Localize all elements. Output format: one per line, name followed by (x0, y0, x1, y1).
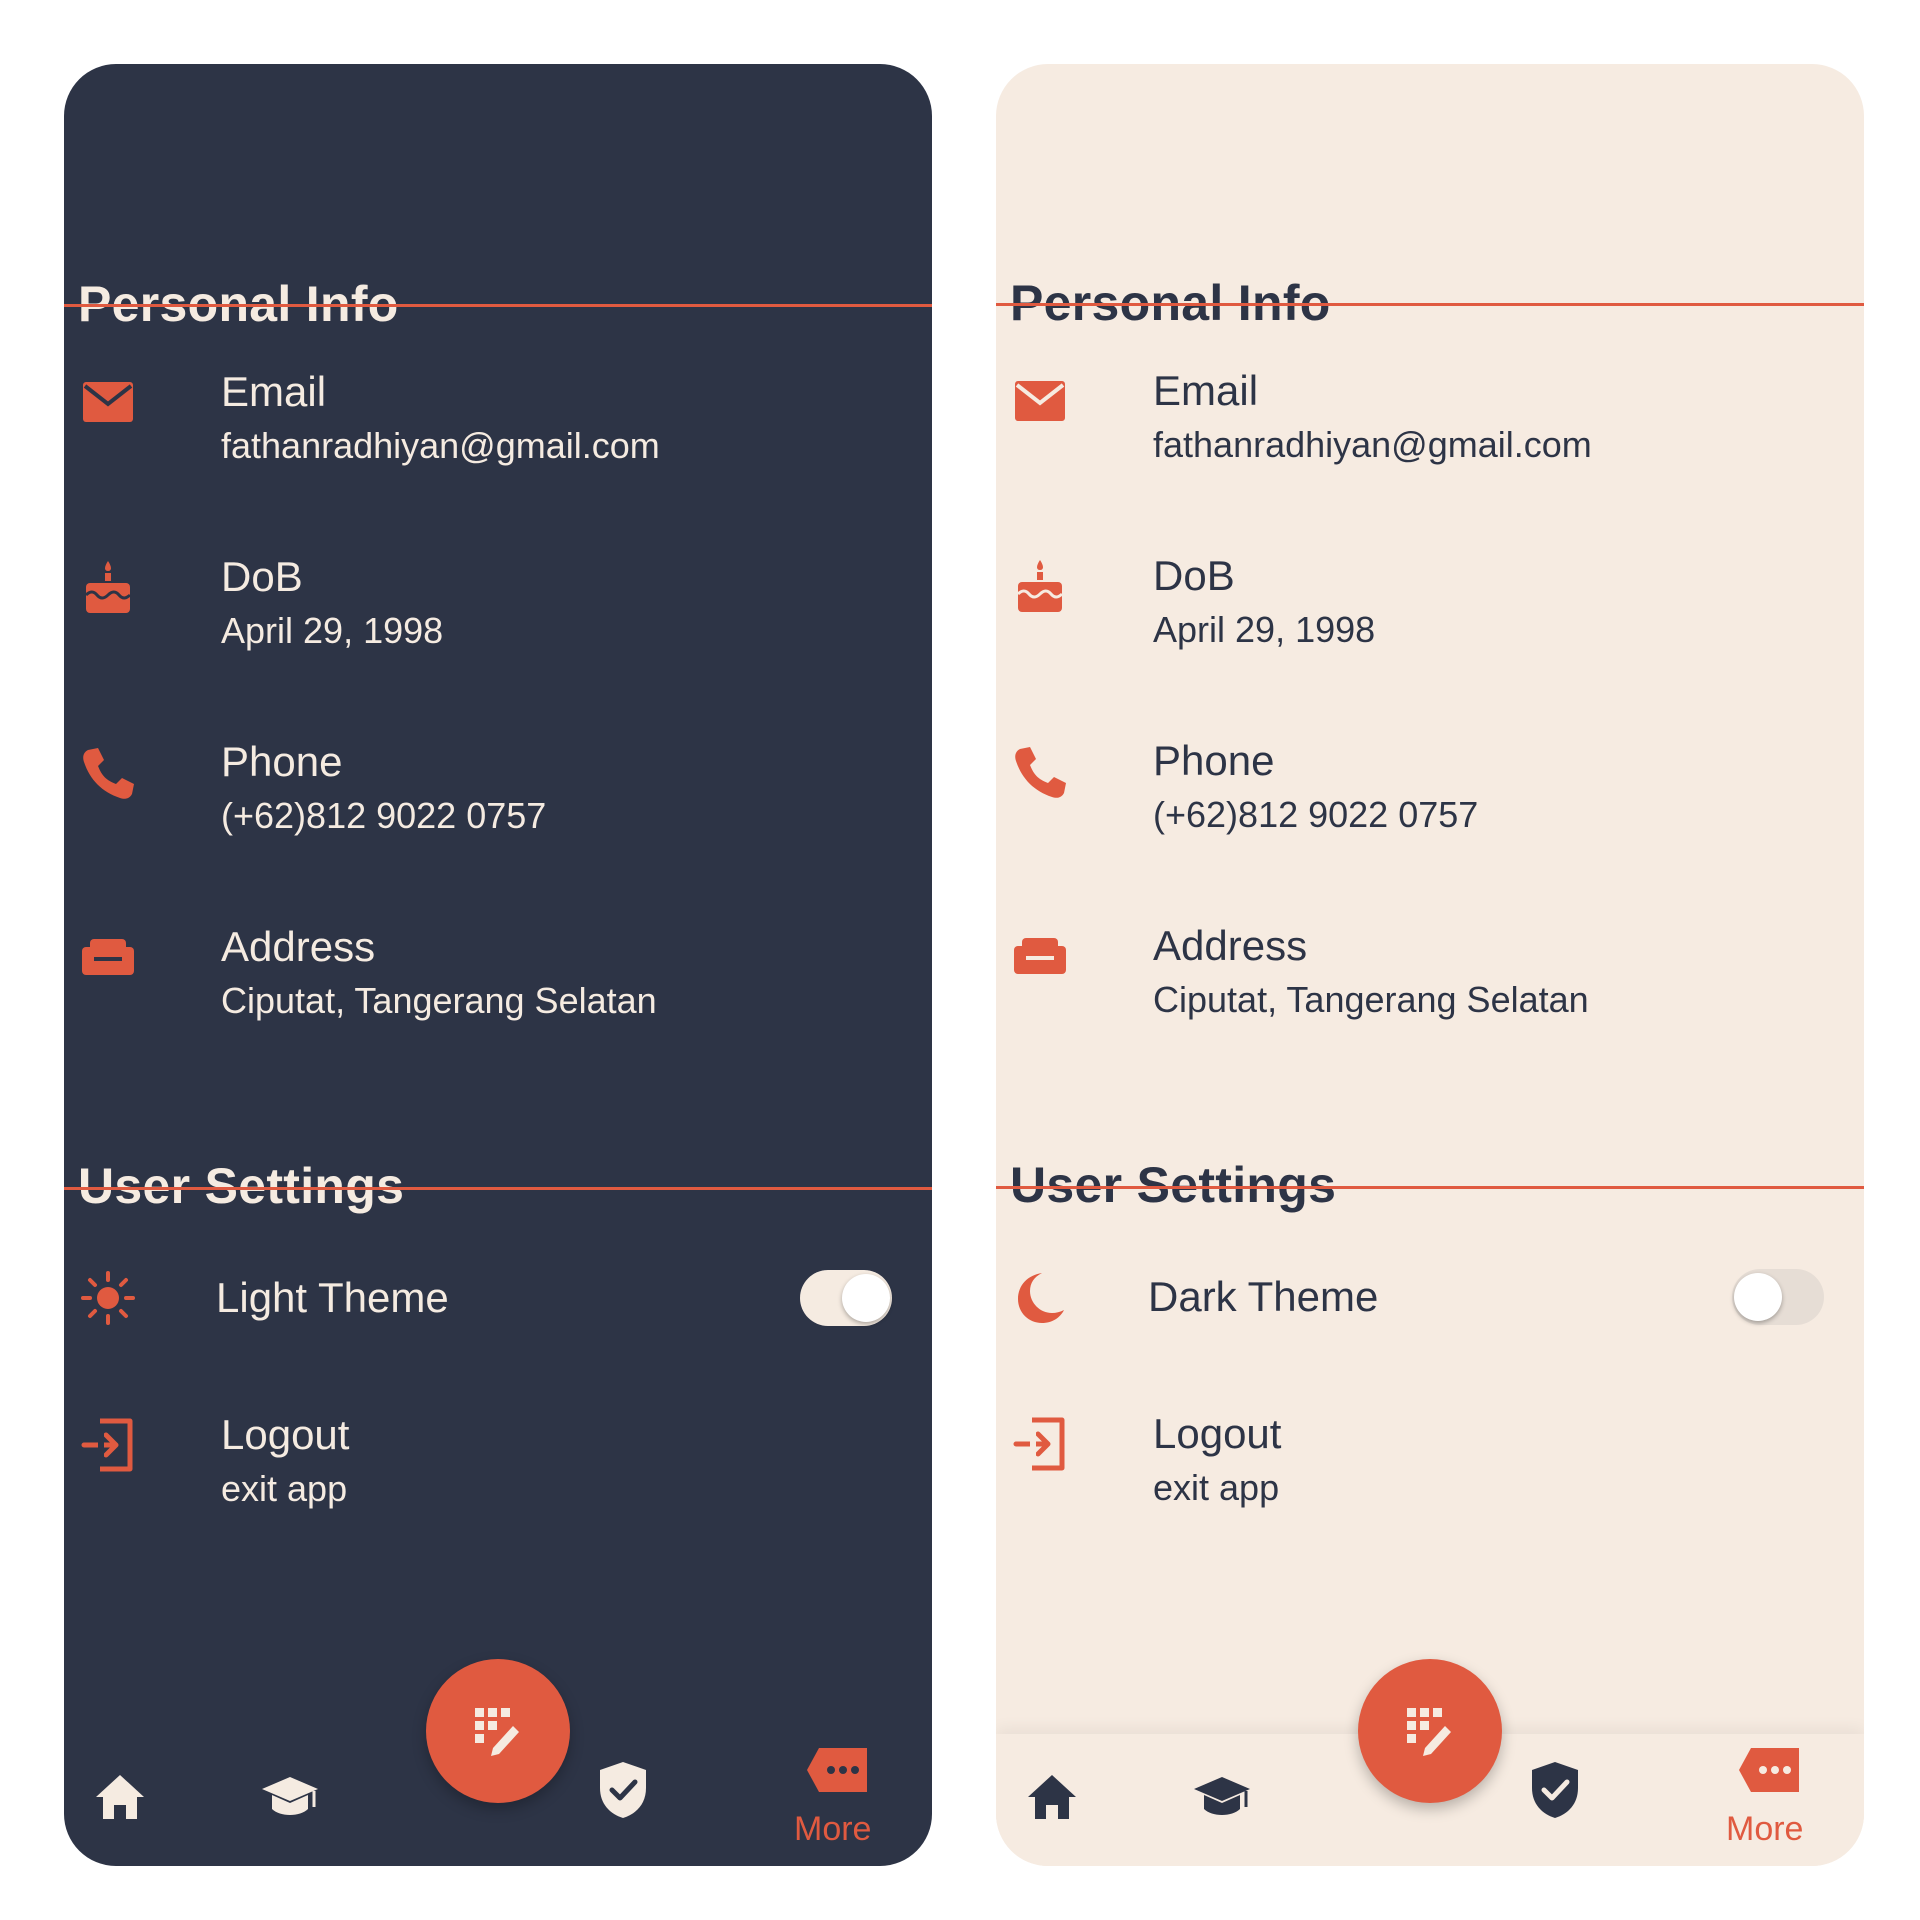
switch-knob (1734, 1273, 1782, 1321)
dob-label: DoB (221, 553, 303, 600)
theme-label: Dark Theme (1148, 1273, 1379, 1320)
phone-row: Phone (+62)812 9022 0757 (64, 738, 932, 864)
email-label: Email (1153, 367, 1259, 414)
user-settings-title: User Settings (78, 1158, 405, 1214)
email-value: fathanradhiyan@gmail.com (221, 425, 660, 466)
sun-icon (80, 1270, 136, 1326)
address-value: Ciputat, Tangerang Selatan (221, 980, 657, 1021)
section-divider (64, 1187, 932, 1190)
dob-value: April 29, 1998 (1153, 609, 1376, 650)
dob-label: DoB (1153, 552, 1235, 599)
phone-row: Phone (+62)812 9022 0757 (996, 737, 1864, 863)
theme-toggle-row[interactable]: Dark Theme (996, 1252, 1864, 1342)
graduation-cap-icon[interactable] (260, 1771, 320, 1823)
section-divider (996, 1186, 1864, 1189)
theme-toggle-row[interactable]: Light Theme (64, 1253, 932, 1343)
couch-icon (1012, 928, 1068, 984)
dob-value: April 29, 1998 (221, 610, 444, 651)
logout-value: exit app (1153, 1467, 1280, 1508)
light-theme-screen: Personal Info Email fathanradhiyan@gmail… (996, 64, 1864, 1866)
cake-icon (80, 559, 136, 615)
section-divider (64, 304, 932, 307)
address-label: Address (221, 923, 376, 970)
logout-row[interactable]: Logout exit app (64, 1411, 932, 1537)
grid-edit-icon (1407, 1708, 1451, 1756)
user-settings-title: User Settings (1010, 1157, 1337, 1213)
theme-switch[interactable] (1732, 1269, 1824, 1325)
email-label: Email (221, 368, 327, 415)
couch-icon (80, 929, 136, 985)
logout-row[interactable]: Logout exit app (996, 1410, 1864, 1536)
theme-label: Light Theme (216, 1274, 449, 1321)
theme-switch[interactable] (800, 1270, 892, 1326)
phone-value: (+62)812 9022 0757 (221, 795, 547, 836)
switch-knob (842, 1274, 890, 1322)
logout-label: Logout (221, 1411, 350, 1458)
nav-more-label[interactable]: More (1726, 1810, 1803, 1849)
logout-value: exit app (221, 1468, 348, 1509)
section-divider (996, 303, 1864, 306)
logout-icon (1012, 1416, 1068, 1472)
envelope-icon (80, 374, 136, 430)
shield-check-icon[interactable] (598, 1760, 648, 1820)
grid-edit-icon (475, 1708, 519, 1756)
nav-more-label[interactable]: More (794, 1810, 871, 1849)
home-icon[interactable] (1026, 1771, 1078, 1823)
address-row: Address Ciputat, Tangerang Selatan (996, 922, 1864, 1048)
phone-value: (+62)812 9022 0757 (1153, 794, 1479, 835)
message-dots-icon[interactable] (805, 1746, 871, 1796)
envelope-icon (1012, 373, 1068, 429)
cake-icon (1012, 558, 1068, 614)
phone-label: Phone (1153, 737, 1275, 784)
phone-icon (1012, 743, 1068, 799)
moon-icon (1012, 1269, 1068, 1325)
email-row: Email fathanradhiyan@gmail.com (996, 367, 1864, 493)
phone-label: Phone (221, 738, 343, 785)
dob-row: DoB April 29, 1998 (996, 552, 1864, 678)
address-label: Address (1153, 922, 1308, 969)
edit-fab-button[interactable] (1358, 1659, 1502, 1803)
email-value: fathanradhiyan@gmail.com (1153, 424, 1592, 465)
message-dots-icon[interactable] (1737, 1746, 1803, 1796)
logout-icon (80, 1417, 136, 1473)
graduation-cap-icon[interactable] (1192, 1771, 1252, 1823)
shield-check-icon[interactable] (1530, 1760, 1580, 1820)
dob-row: DoB April 29, 1998 (64, 553, 932, 679)
logout-label: Logout (1153, 1410, 1282, 1457)
dark-theme-screen: Personal Info Email fathanradhiyan@gmail… (64, 64, 932, 1866)
home-icon[interactable] (94, 1771, 146, 1823)
email-row: Email fathanradhiyan@gmail.com (64, 368, 932, 494)
phone-icon (80, 744, 136, 800)
address-value: Ciputat, Tangerang Selatan (1153, 979, 1589, 1020)
edit-fab-button[interactable] (426, 1659, 570, 1803)
address-row: Address Ciputat, Tangerang Selatan (64, 923, 932, 1049)
